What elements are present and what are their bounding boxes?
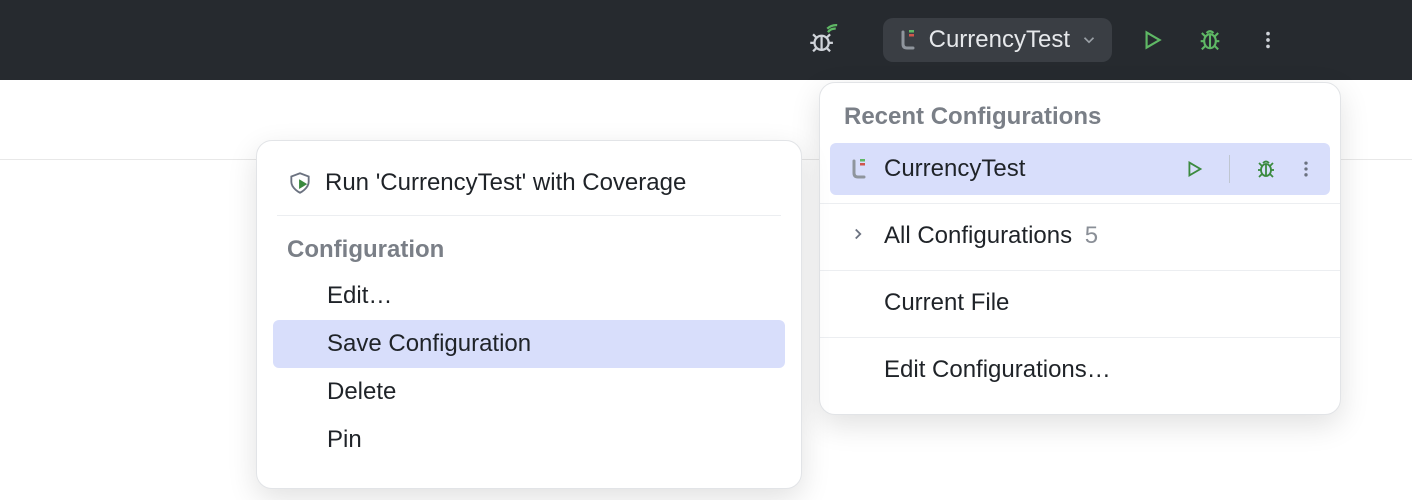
divider bbox=[1229, 155, 1230, 183]
run-with-coverage-item[interactable]: Run 'CurrencyTest' with Coverage bbox=[273, 159, 785, 207]
junit-icon bbox=[846, 157, 870, 181]
current-file-item[interactable]: Current File bbox=[830, 277, 1330, 329]
save-config-item[interactable]: Save Configuration bbox=[273, 320, 785, 368]
bug-signal-icon bbox=[806, 23, 840, 57]
edit-config-item[interactable]: Edit… bbox=[273, 272, 785, 320]
kebab-icon bbox=[1296, 159, 1316, 179]
bug-icon bbox=[1254, 157, 1278, 181]
more-actions-button[interactable] bbox=[1244, 16, 1292, 64]
play-icon bbox=[1183, 158, 1205, 180]
separator bbox=[820, 203, 1340, 204]
debug-button[interactable] bbox=[1186, 16, 1234, 64]
recent-configurations-popup: Recent Configurations CurrencyTest bbox=[819, 82, 1341, 415]
separator bbox=[820, 270, 1340, 271]
debug-attach-button[interactable] bbox=[799, 16, 847, 64]
item-label: Save Configuration bbox=[327, 330, 531, 358]
edit-configurations-item[interactable]: Edit Configurations… bbox=[830, 344, 1330, 396]
run-config-selector[interactable]: CurrencyTest bbox=[883, 18, 1112, 62]
all-configurations-label: All Configurations 5 bbox=[884, 222, 1098, 250]
separator bbox=[277, 215, 781, 216]
chevron-down-icon bbox=[1080, 31, 1098, 49]
separator bbox=[820, 337, 1340, 338]
item-label: Current File bbox=[884, 289, 1009, 317]
play-icon bbox=[1139, 27, 1165, 53]
main-toolbar: CurrencyTest bbox=[0, 0, 1412, 80]
run-config-label: CurrencyTest bbox=[929, 26, 1070, 54]
recent-config-item-selected[interactable]: CurrencyTest bbox=[830, 143, 1330, 195]
configuration-section-header: Configuration bbox=[273, 224, 785, 272]
bug-icon bbox=[1196, 26, 1224, 54]
delete-config-item[interactable]: Delete bbox=[273, 368, 785, 416]
chevron-right-icon bbox=[849, 225, 867, 243]
config-item-label: CurrencyTest bbox=[884, 155, 1025, 183]
recent-configurations-header: Recent Configurations bbox=[820, 97, 1340, 143]
debug-button[interactable] bbox=[1254, 157, 1278, 181]
item-label: Edit Configurations… bbox=[884, 356, 1111, 384]
item-label: Delete bbox=[327, 378, 396, 406]
item-label: Run 'CurrencyTest' with Coverage bbox=[325, 169, 686, 197]
run-button[interactable] bbox=[1183, 158, 1205, 180]
more-button[interactable] bbox=[1296, 159, 1316, 179]
coverage-shield-icon bbox=[287, 170, 313, 196]
kebab-icon bbox=[1257, 29, 1279, 51]
item-label: Pin bbox=[327, 426, 362, 454]
item-label: Edit… bbox=[327, 282, 392, 310]
run-button[interactable] bbox=[1128, 16, 1176, 64]
configuration-context-popup: Run 'CurrencyTest' with Coverage Configu… bbox=[256, 140, 802, 489]
pin-config-item[interactable]: Pin bbox=[273, 416, 785, 464]
all-configurations-item[interactable]: All Configurations 5 bbox=[830, 210, 1330, 262]
junit-icon bbox=[895, 28, 919, 52]
